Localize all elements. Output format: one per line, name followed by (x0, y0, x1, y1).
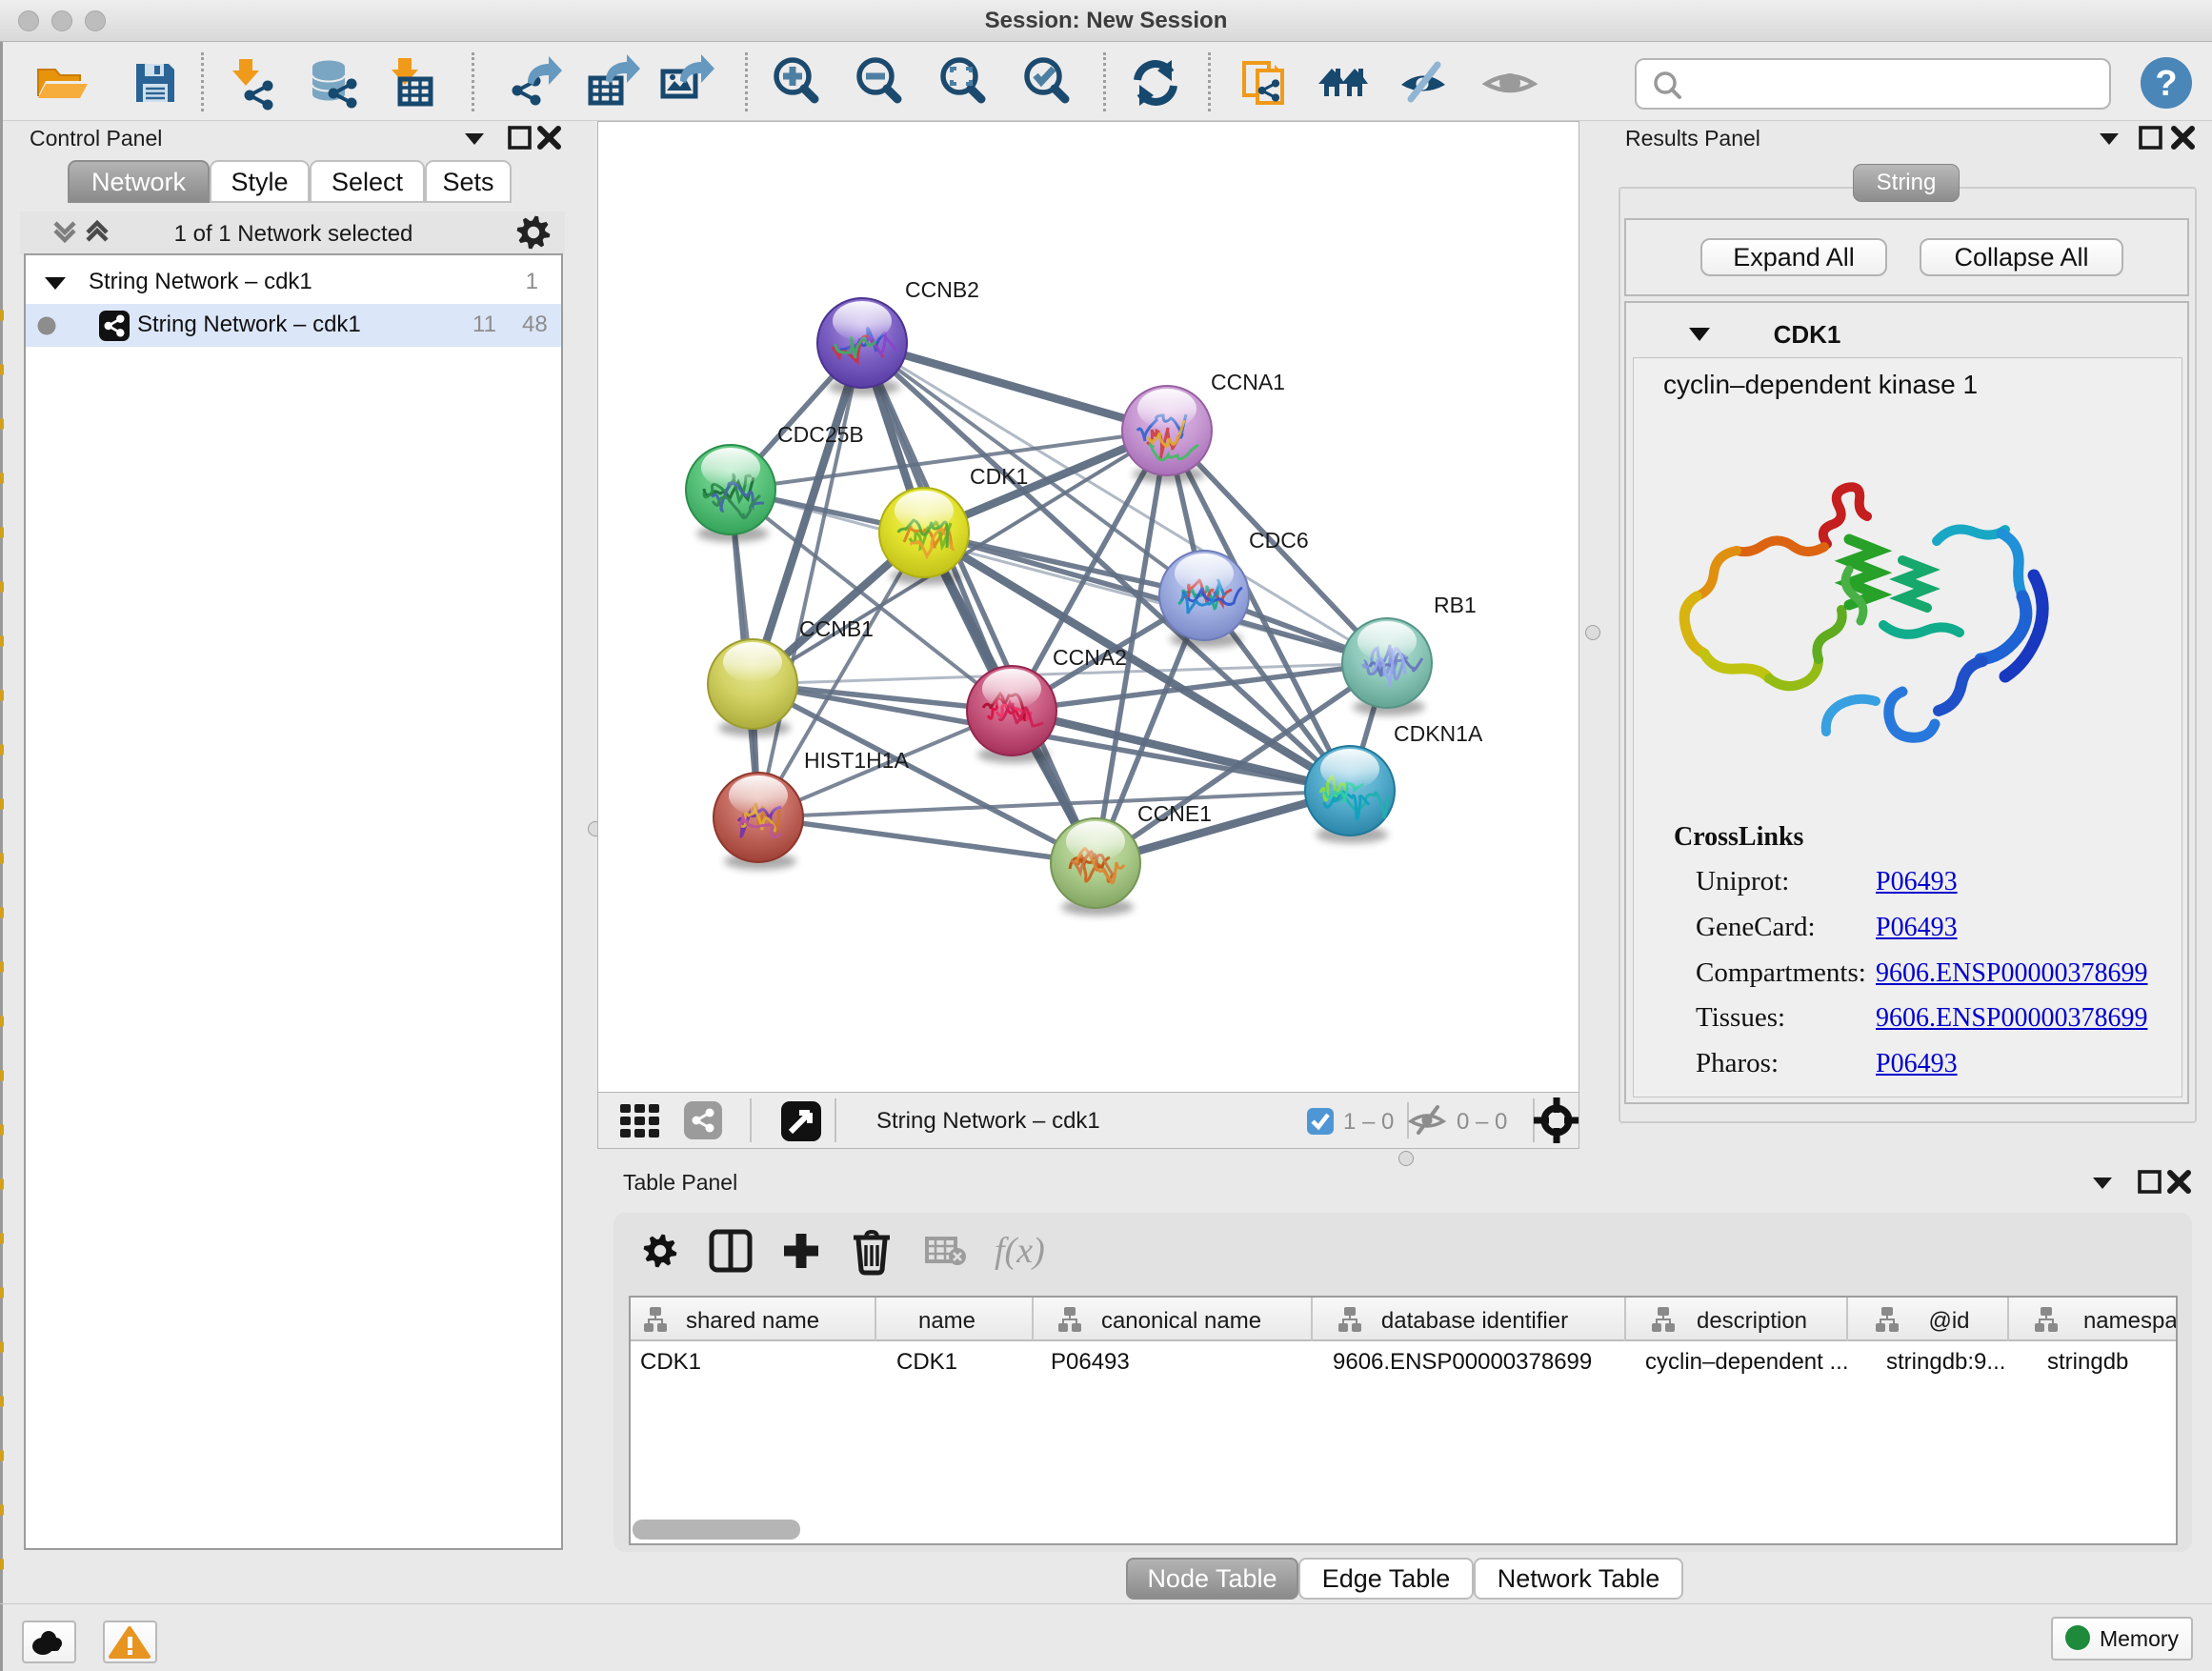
svg-text:?: ? (2155, 64, 2177, 104)
svg-text:String Network – cdk1: String Network – cdk1 (876, 1108, 1100, 1134)
svg-text:CDK1: CDK1 (970, 464, 1028, 489)
svg-text:CDC25B: CDC25B (777, 422, 864, 447)
svg-text:@id: @id (1928, 1308, 1969, 1334)
svg-text:canonical name: canonical name (1101, 1308, 1261, 1334)
svg-text:CCNB1: CCNB1 (799, 616, 874, 641)
svg-text:description: description (1697, 1308, 1807, 1334)
svg-text:database identifier: database identifier (1381, 1308, 1568, 1334)
svg-text:shared name: shared name (686, 1308, 819, 1334)
svg-text:1 of 1 Network selected: 1 of 1 Network selected (174, 221, 413, 247)
svg-text:1 – 0: 1 – 0 (1343, 1109, 1394, 1135)
svg-text:name: name (918, 1308, 975, 1334)
svg-text:CDKN1A: CDKN1A (1394, 721, 1483, 746)
svg-text:namespace: namespace (2083, 1308, 2176, 1334)
svg-text:HIST1H1A: HIST1H1A (804, 748, 910, 773)
svg-text:CCNA1: CCNA1 (1211, 370, 1285, 394)
svg-text:CCNE1: CCNE1 (1137, 801, 1212, 826)
svg-text:0 – 0: 0 – 0 (1457, 1109, 1507, 1135)
svg-text:RB1: RB1 (1434, 593, 1477, 617)
svg-text:CCNB2: CCNB2 (905, 277, 979, 302)
svg-text:f(x): f(x) (995, 1231, 1045, 1271)
svg-text:CDC6: CDC6 (1249, 528, 1309, 553)
svg-text:CCNA2: CCNA2 (1053, 645, 1127, 670)
